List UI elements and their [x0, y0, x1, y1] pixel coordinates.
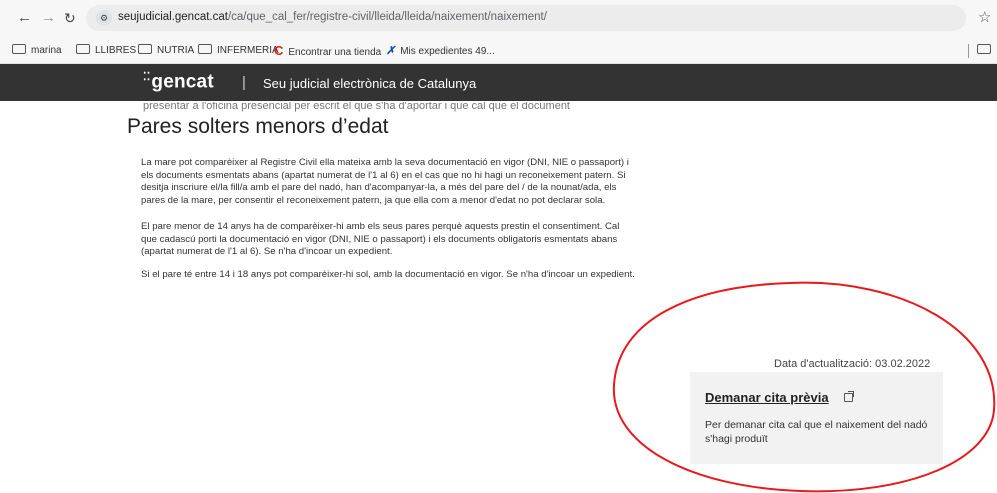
folder-icon — [12, 44, 26, 55]
folder-icon — [198, 44, 212, 55]
external-link-icon — [844, 391, 854, 402]
bookmarks-divider — [968, 44, 969, 58]
other-bookmarks-folder[interactable] — [977, 44, 996, 58]
bookmark-encontrar-tienda[interactable]: C Encontrar una tienda — [274, 43, 381, 59]
gencat-logo[interactable]: ⁚⁚gencat — [143, 70, 214, 93]
c-logo-icon: C — [274, 43, 284, 58]
forward-icon[interactable]: → — [41, 9, 56, 27]
logo-dots-icon: ⁚⁚ — [143, 71, 151, 83]
cita-previa-description: Per demanar cita cal que el naixement de… — [705, 419, 928, 445]
bookmark-infermeria[interactable]: INFERMERIA — [198, 44, 279, 58]
folder-icon — [76, 44, 90, 55]
update-date: Data d'actualització: 03.02.2022 — [774, 358, 931, 370]
paragraph-2: El pare menor de 14 anys ha de comparèix… — [141, 221, 620, 258]
cita-previa-link[interactable]: Demanar cita prèvia — [705, 390, 829, 405]
bookmark-marina[interactable]: marina — [12, 44, 62, 58]
cut-off-text: presentar a l'oficina presencial per esc… — [143, 100, 570, 112]
folder-icon — [138, 44, 152, 55]
n-logo-icon: ✗ — [386, 45, 396, 57]
reload-icon[interactable]: ↻ — [64, 9, 76, 27]
paragraph-1: La mare pot comparèixer al Registre Civi… — [141, 157, 629, 206]
bookmark-star-icon[interactable]: ☆ — [978, 8, 991, 26]
bookmark-mis-expedientes[interactable]: ✗ Mis expedientes 49... — [386, 44, 495, 58]
back-icon[interactable]: ← — [17, 9, 32, 27]
bookmark-nutria[interactable]: NUTRIA — [138, 44, 194, 58]
url-text[interactable]: seujudicial.gencat.cat/ca/que_cal_fer/re… — [118, 11, 547, 23]
section-heading: Pares solters menors d’edat — [127, 115, 389, 138]
bookmark-llibres[interactable]: LLIBRES — [76, 44, 136, 58]
folder-icon — [977, 44, 991, 55]
site-info-icon[interactable]: ⚙ — [96, 10, 112, 26]
paragraph-3: Si el pare té entre 14 i 18 anys pot com… — [141, 269, 635, 280]
header-separator: | — [242, 74, 246, 91]
header-title[interactable]: Seu judicial electrònica de Catalunya — [263, 76, 476, 91]
